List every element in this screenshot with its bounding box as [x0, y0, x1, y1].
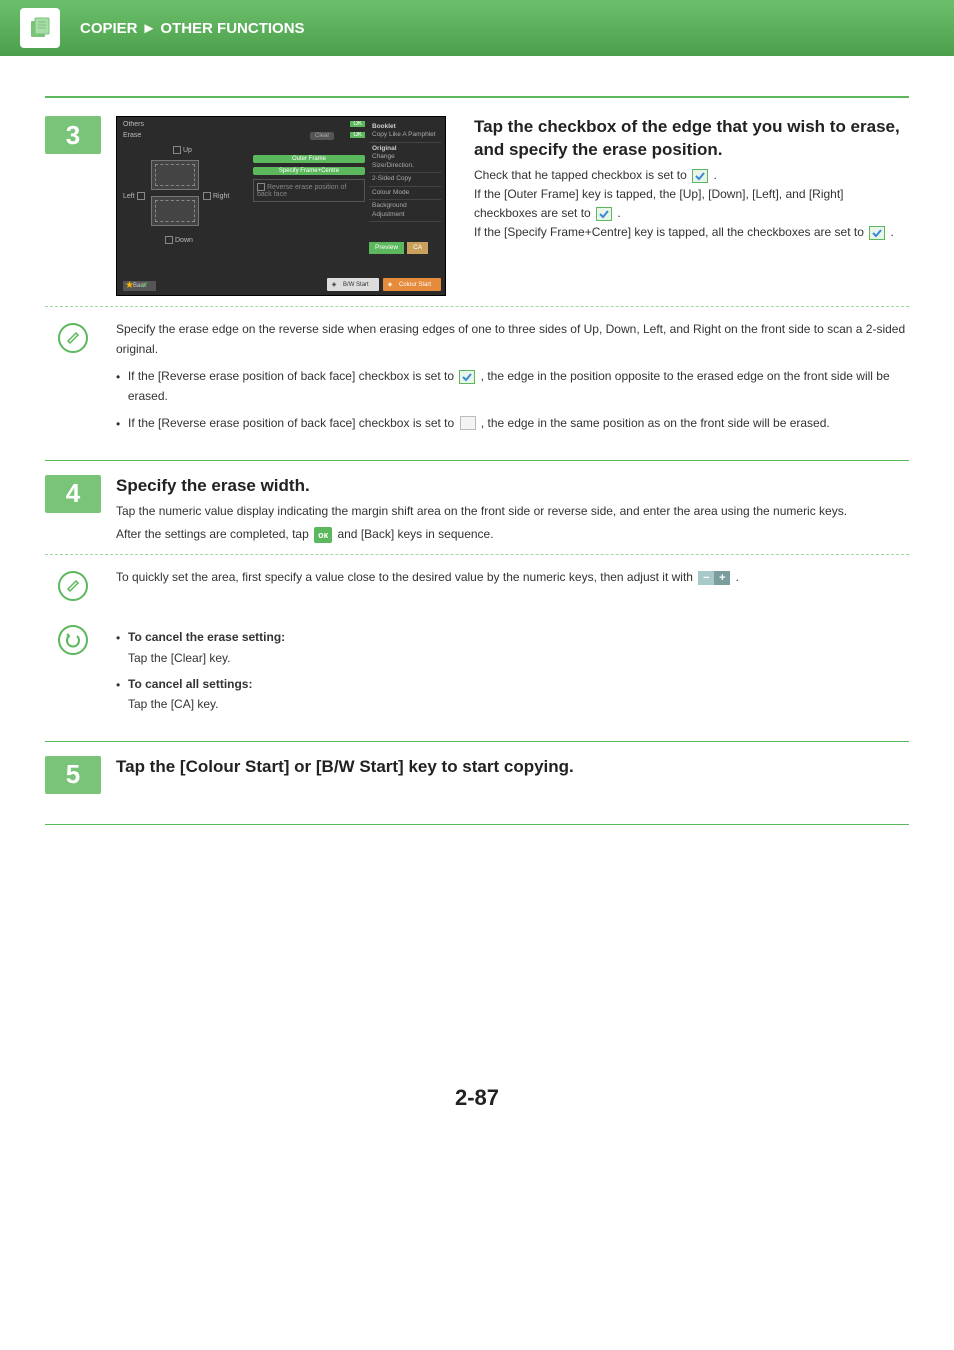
step4-title: Specify the erase width.	[116, 475, 909, 498]
divider	[45, 460, 909, 461]
note3-bullet2: If the [Reverse erase position of back f…	[128, 413, 830, 434]
cancel-notes: •To cancel the erase setting:Tap the [Cl…	[45, 619, 909, 717]
note3-intro: Specify the erase edge on the reverse si…	[116, 319, 909, 360]
note-icon	[58, 323, 88, 353]
cancel-erase-heading: To cancel the erase setting:	[128, 630, 285, 644]
dashed-divider	[45, 306, 909, 307]
cancel-all-text: Tap the [CA] key.	[128, 697, 219, 711]
step-number: 4	[45, 475, 101, 513]
undo-icon	[58, 625, 88, 655]
ok-chip-icon: ок	[314, 527, 332, 543]
cancel-erase-text: Tap the [Clear] key.	[128, 651, 231, 665]
step-number: 3	[45, 116, 101, 154]
page-number: 2-87	[45, 1085, 909, 1111]
breadcrumb-left[interactable]: COPIER	[80, 20, 138, 37]
checked-icon	[692, 169, 708, 183]
step3-title: Tap the checkbox of the edge that you wi…	[474, 116, 909, 162]
breadcrumb-right[interactable]: OTHER FUNCTIONS	[160, 20, 304, 37]
note-step3: Specify the erase edge on the reverse si…	[45, 317, 909, 436]
step5-title: Tap the [Colour Start] or [B/W Start] ke…	[116, 756, 909, 779]
breadcrumb-sep: ►	[142, 20, 157, 37]
divider	[45, 824, 909, 825]
step3-text: Check that he tapped checkbox is set to …	[474, 166, 909, 243]
cancel-all-heading: To cancel all settings:	[128, 677, 252, 691]
note-icon	[58, 571, 88, 601]
step4-desc: Tap the numeric value display indicating…	[116, 502, 909, 521]
header-bar: COPIER ► OTHER FUNCTIONS	[0, 0, 954, 56]
step-number: 5	[45, 756, 101, 794]
note4-tip: To quickly set the area, first specify a…	[116, 567, 909, 601]
note3-bullet1: If the [Reverse erase position of back f…	[128, 366, 909, 407]
step-5: 5 Tap the [Colour Start] or [B/W Start] …	[45, 756, 909, 794]
note-step4-tip: To quickly set the area, first specify a…	[45, 565, 909, 603]
step-3: 3 OthersOK EraseOK Clear Up Left Right D…	[45, 116, 909, 296]
divider	[45, 96, 909, 98]
checked-icon	[869, 226, 885, 240]
step-4: 4 Specify the erase width. Tap the numer…	[45, 475, 909, 544]
unchecked-icon	[460, 416, 476, 430]
copier-icon	[20, 8, 60, 48]
erase-screen-mock: OthersOK EraseOK Clear Up Left Right Dow…	[116, 116, 446, 296]
minus-plus-icon: −+	[698, 571, 730, 585]
divider	[45, 741, 909, 742]
dashed-divider	[45, 554, 909, 555]
checked-icon	[596, 207, 612, 221]
checked-icon	[459, 370, 475, 384]
step4-after: After the settings are completed, tap ок…	[116, 525, 909, 544]
